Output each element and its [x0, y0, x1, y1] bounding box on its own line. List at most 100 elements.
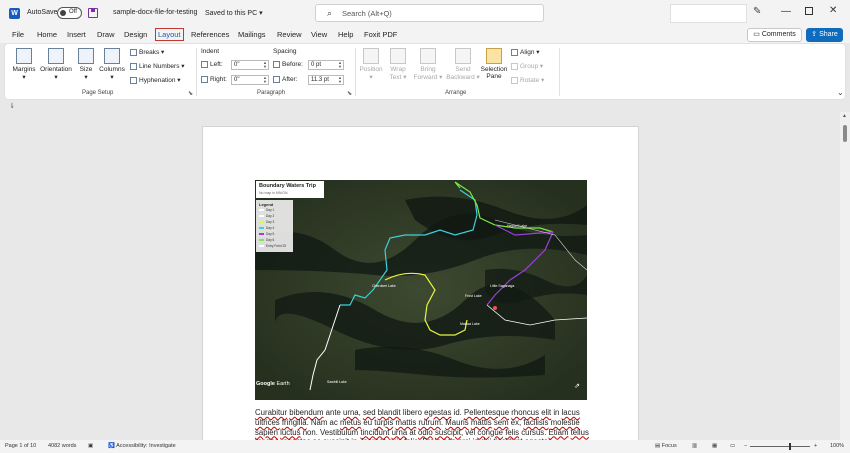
zoom-level[interactable]: 100% [830, 443, 844, 449]
zoom-slider[interactable] [750, 446, 810, 447]
spacing-after-input[interactable]: 11.3 pt ▲ ▼ [308, 75, 344, 85]
orientation-button[interactable]: Orientation ▾ [39, 48, 73, 81]
scroll-up-icon[interactable]: ▲ [842, 113, 847, 119]
indent-right-input[interactable]: 0" ▲ ▼ [231, 75, 269, 85]
indent-left-row: Left: [201, 61, 223, 68]
misspelled-word: metus [339, 417, 362, 427]
misspelled-word: Etiam [548, 427, 569, 437]
bring-forward-button[interactable]: Bring Forward ▾ [412, 48, 444, 81]
accessibility-status[interactable]: ♿ Accessibility: Investigate [108, 443, 176, 449]
send-backward-button[interactable]: Send Backward ▾ [445, 48, 481, 81]
map-place-label: Little Saganaga [490, 284, 515, 288]
tab-mailings[interactable]: Mailings [238, 30, 266, 39]
tab-references[interactable]: References [191, 30, 229, 39]
margins-button[interactable]: Margins ▾ [11, 48, 37, 81]
map-image[interactable]: Boundary Waters Trip No map in MN/ON Leg… [255, 180, 587, 400]
map-graphic [255, 180, 587, 400]
tab-home[interactable]: Home [37, 30, 57, 39]
columns-button[interactable]: Columns ▾ [99, 48, 125, 81]
page-count[interactable]: Page 1 of 10 [5, 443, 36, 449]
quick-access-customize-icon[interactable]: ⇂ [9, 102, 15, 110]
focus-button[interactable]: ▤ Focus [655, 443, 677, 449]
misspelled-word: elit [541, 408, 552, 417]
tab-insert[interactable]: Insert [67, 30, 86, 39]
body-text-run: ante [323, 408, 344, 417]
misspelled-word: bibendum [289, 408, 324, 417]
read-mode-icon[interactable]: ▥ [692, 443, 697, 449]
body-text-run: non. Vestibulum [300, 427, 361, 437]
tab-layout[interactable]: Layout [155, 28, 184, 41]
share-button[interactable]: ⇪ Share [806, 28, 843, 42]
tab-file[interactable]: File [12, 30, 24, 39]
zoom-out-button[interactable]: − [744, 443, 747, 449]
proofing-icon[interactable]: ▣ [88, 443, 93, 449]
collapse-ribbon-icon[interactable]: ⌄ [837, 88, 844, 97]
word-count[interactable]: 4082 words [48, 443, 76, 449]
indent-left-icon [201, 61, 208, 68]
misspelled-word: felis [505, 427, 520, 437]
vertical-scrollbar[interactable]: ▲ [840, 112, 850, 440]
scrollbar-thumb[interactable] [843, 125, 847, 142]
spinner-icon[interactable]: ▲ ▼ [338, 61, 342, 69]
body-paragraph[interactable]: Curabitur bibendum ante urna, sed blandi… [255, 408, 590, 440]
save-icon[interactable] [88, 8, 98, 18]
pen-icon[interactable]: ✎ [753, 6, 761, 17]
save-status-text: Saved to this PC [205, 10, 258, 17]
size-button[interactable]: Size ▾ [77, 48, 95, 81]
tab-foxit-pdf[interactable]: Foxit PDF [364, 30, 397, 39]
group-button[interactable]: Group ▾ [511, 62, 543, 70]
save-status[interactable]: Saved to this PC ▾ [205, 9, 263, 17]
breaks-button[interactable]: Breaks ▾ [130, 48, 164, 56]
tab-draw[interactable]: Draw [97, 30, 115, 39]
breaks-icon [130, 48, 137, 56]
account-area[interactable] [670, 4, 747, 23]
paragraph-launcher-icon[interactable]: ⬊ [347, 90, 352, 97]
accessibility-label: Accessibility: Investigate [116, 443, 176, 449]
spacing-after-label: After: [282, 76, 298, 84]
send-backward-label: Send Backward [446, 66, 475, 81]
selection-pane-button[interactable]: Selection Pane [479, 48, 509, 80]
legend-item: Day 2 [259, 214, 274, 218]
maximize-icon[interactable] [805, 7, 813, 15]
print-layout-icon[interactable]: ▦ [712, 443, 717, 449]
hyphenation-button[interactable]: Hyphenation ▾ [130, 76, 181, 84]
document-page[interactable]: Boundary Waters Trip No map in MN/ON Leg… [202, 126, 639, 440]
focus-label: Focus [661, 443, 677, 449]
spacing-before-input[interactable]: 0 pt ▲ ▼ [308, 60, 344, 70]
spinner-icon[interactable]: ▲ ▼ [338, 76, 342, 84]
align-button[interactable]: Align ▾ [511, 48, 540, 56]
tab-review[interactable]: Review [277, 30, 302, 39]
document-canvas[interactable]: Boundary Waters Trip No map in MN/ON Leg… [0, 112, 840, 440]
position-button[interactable]: Position ▾ [357, 48, 385, 81]
align-label: Align [520, 49, 535, 56]
wrap-text-button[interactable]: Wrap Text ▾ [387, 48, 409, 81]
autosave-toggle[interactable]: Off [57, 7, 82, 19]
web-layout-icon[interactable]: ▭ [730, 443, 735, 449]
share-icon: ⇪ [811, 31, 818, 38]
size-icon [78, 48, 94, 64]
misspelled-word: urna [343, 408, 359, 417]
tab-design[interactable]: Design [124, 30, 147, 39]
comments-button[interactable]: ▭ Comments [747, 28, 802, 42]
zoom-slider-thumb[interactable] [789, 443, 791, 450]
legend-item: Entry Point 25 [259, 244, 286, 248]
legend-swatch [259, 215, 264, 217]
spinner-icon[interactable]: ▲ ▼ [263, 76, 267, 84]
spinner-icon[interactable]: ▲ ▼ [263, 61, 267, 69]
rotate-button[interactable]: Rotate ▾ [511, 76, 544, 84]
line-numbers-button[interactable]: Line Numbers ▾ [130, 62, 185, 70]
legend-item-label: Day 6 [266, 238, 275, 242]
zoom-in-button[interactable]: + [814, 443, 817, 449]
accessibility-icon: ♿ [108, 443, 115, 449]
search-input[interactable]: ⌕ Search (Alt+Q) [315, 4, 544, 22]
tab-help[interactable]: Help [338, 30, 353, 39]
map-subtitle: No map in MN/ON [259, 191, 288, 195]
document-title[interactable]: sample-docx-file-for-testing [113, 9, 197, 16]
minimize-icon[interactable]: — [781, 6, 791, 17]
comments-label: Comments [761, 31, 796, 38]
tab-view[interactable]: View [311, 30, 327, 39]
page-setup-launcher-icon[interactable]: ⬊ [188, 90, 193, 97]
close-icon[interactable]: ✕ [829, 5, 837, 16]
misspelled-word: mattis [470, 417, 492, 427]
indent-left-input[interactable]: 0" ▲ ▼ [231, 60, 269, 70]
